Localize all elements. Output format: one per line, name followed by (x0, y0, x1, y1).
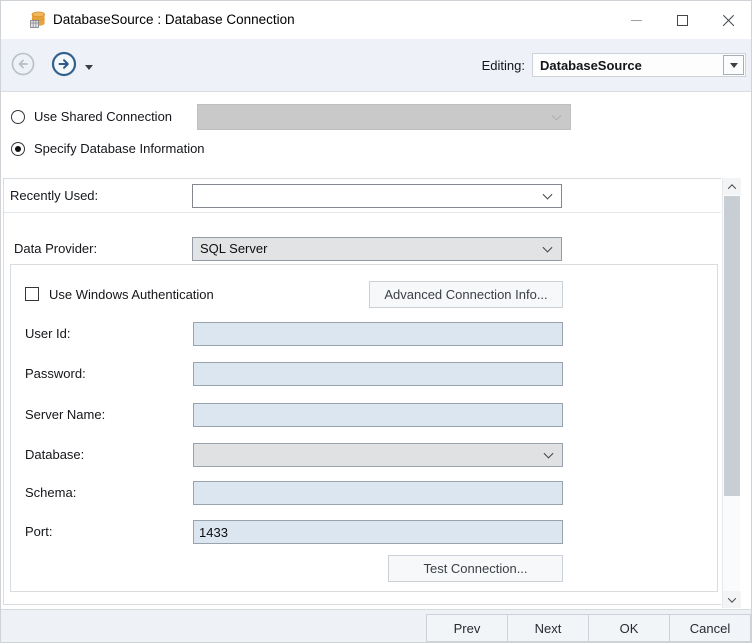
user-id-label: User Id: (25, 326, 71, 341)
close-button[interactable] (705, 1, 751, 39)
password-label: Password: (25, 366, 86, 381)
window-title: DatabaseSource : Database Connection (53, 12, 295, 27)
cancel-button[interactable]: Cancel (669, 614, 751, 642)
prev-button[interactable]: Prev (426, 614, 508, 642)
scroll-up-button[interactable] (723, 178, 741, 195)
chevron-down-icon (543, 190, 553, 200)
title-bar: DatabaseSource : Database Connection (1, 1, 751, 39)
scroll-down-button[interactable] (723, 591, 741, 608)
advanced-connection-info-button[interactable]: Advanced Connection Info... (369, 281, 563, 308)
windows-auth-label: Use Windows Authentication (49, 287, 214, 302)
circled-arrow-right-icon (51, 51, 77, 77)
chevron-down-icon (728, 594, 736, 602)
schema-label: Schema: (25, 485, 76, 500)
navigation-toolbar: Editing: DatabaseSource (1, 39, 751, 92)
shared-connection-radio[interactable] (11, 110, 25, 124)
chevron-down-icon (543, 243, 553, 253)
windows-auth-checkbox[interactable] (25, 287, 39, 301)
chevron-down-icon (544, 449, 554, 459)
test-connection-button[interactable]: Test Connection... (388, 555, 563, 582)
shared-connection-select (197, 104, 571, 130)
ok-button[interactable]: OK (588, 614, 670, 642)
user-id-input[interactable] (193, 322, 563, 346)
data-provider-label: Data Provider: (14, 241, 97, 256)
forward-button[interactable] (51, 51, 77, 77)
specify-database-option[interactable]: Specify Database Information (11, 141, 205, 156)
server-name-label: Server Name: (25, 407, 105, 422)
minimize-button[interactable] (613, 1, 659, 39)
shared-connection-option[interactable]: Use Shared Connection (11, 109, 172, 124)
next-button[interactable]: Next (507, 614, 589, 642)
schema-input[interactable] (193, 481, 563, 505)
server-name-input[interactable] (193, 403, 563, 427)
maximize-icon (677, 15, 688, 26)
database-icon (29, 11, 47, 29)
connection-form: Recently Used: Data Provider: SQL Server… (3, 178, 721, 605)
specify-database-radio[interactable] (11, 142, 25, 156)
window-controls (613, 1, 751, 39)
database-label: Database: (25, 447, 84, 462)
specify-database-label: Specify Database Information (34, 141, 205, 156)
editing-label: Editing: (482, 58, 525, 73)
footer-buttons: Prev Next OK Cancel (427, 614, 751, 642)
scrollbar-thumb[interactable] (724, 196, 740, 496)
database-info-groupbox: Use Windows Authentication Advanced Conn… (10, 264, 718, 592)
history-caret-icon[interactable] (85, 65, 93, 70)
minimize-icon (631, 20, 642, 21)
editing-value: DatabaseSource (533, 58, 642, 73)
port-input[interactable] (193, 520, 563, 544)
vertical-scrollbar[interactable] (722, 178, 740, 608)
editing-combobox[interactable]: DatabaseSource (532, 53, 746, 77)
maximize-button[interactable] (659, 1, 705, 39)
recently-used-label: Recently Used: (10, 188, 98, 203)
password-input[interactable] (193, 362, 563, 386)
data-provider-select[interactable]: SQL Server (192, 237, 562, 261)
editing-dropdown-button[interactable] (723, 55, 744, 75)
dialog-window: DatabaseSource : Database Connection Edi… (0, 0, 752, 643)
separator (4, 212, 721, 213)
database-select[interactable] (193, 443, 563, 467)
chevron-up-icon (728, 184, 736, 192)
connection-mode-section: Use Shared Connection Specify Database I… (1, 93, 751, 178)
shared-connection-label: Use Shared Connection (34, 109, 172, 124)
close-icon (722, 14, 735, 27)
circled-arrow-left-icon (11, 52, 35, 76)
data-provider-value: SQL Server (200, 241, 267, 256)
chevron-down-icon (552, 111, 562, 121)
port-label: Port: (25, 524, 52, 539)
back-button[interactable] (11, 52, 35, 76)
editing-selector: Editing: DatabaseSource (482, 53, 746, 77)
recently-used-select[interactable] (192, 184, 562, 208)
caret-down-icon (730, 63, 738, 68)
footer-bar: Prev Next OK Cancel (1, 609, 751, 642)
